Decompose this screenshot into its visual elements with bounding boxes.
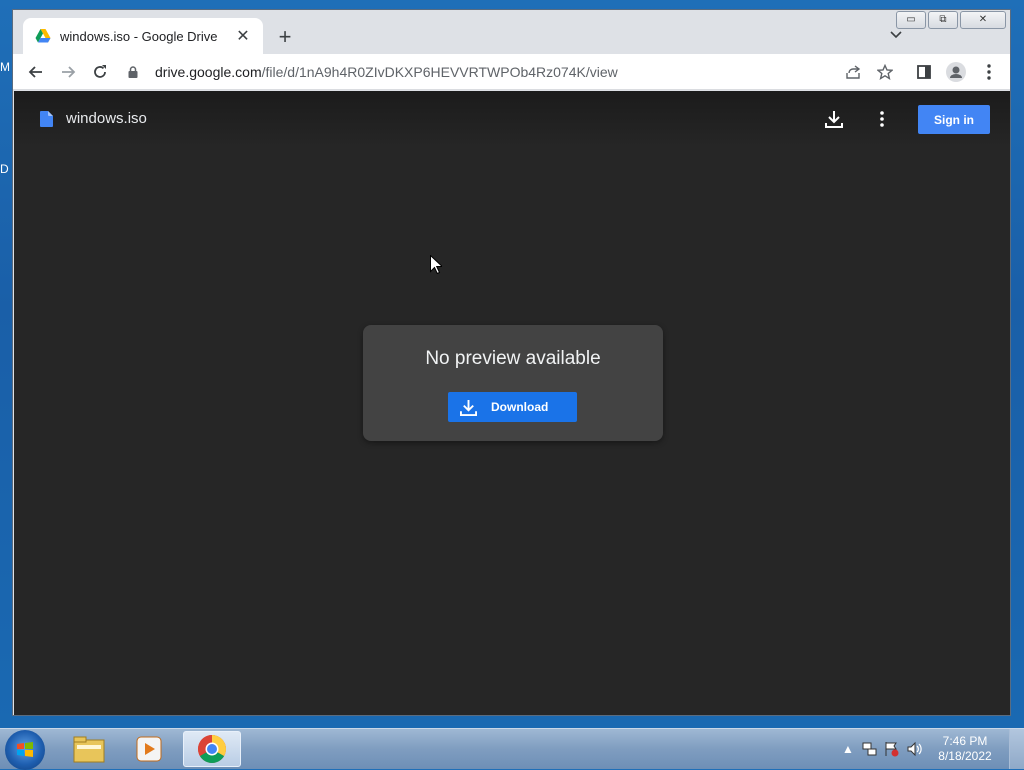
show-hidden-icons[interactable]: ▲ [837,738,859,760]
forward-icon[interactable] [55,60,81,84]
download-button-label: Download [491,400,549,414]
back-icon[interactable] [23,60,49,84]
tab-close-icon[interactable]: ✕ [235,26,251,46]
url-path: /file/d/1nA9h4R0ZIvDKXP6HEVVRTWPOb4Rz074… [261,64,618,80]
desktop-peek-text-2: D [0,162,9,176]
url-domain: drive.google.com [155,64,262,80]
download-icon[interactable] [822,107,846,131]
side-panel-icon[interactable] [911,60,937,84]
star-icon[interactable] [872,60,898,84]
explorer-icon[interactable] [60,731,118,767]
profile-icon[interactable] [943,60,969,84]
volume-icon[interactable] [903,738,925,760]
tab-title: windows.iso - Google Drive [60,28,218,44]
sign-in-button[interactable]: Sign in [918,105,990,134]
media-player-icon[interactable] [120,731,178,767]
download-button[interactable]: Download [448,392,577,422]
tab-search-chevron-icon[interactable] [890,28,902,42]
chrome-icon[interactable] [183,731,241,767]
reload-icon[interactable] [87,60,113,84]
window-controls: ▭ ⧉ ✕ [896,11,1006,29]
window-close-button[interactable]: ✕ [960,11,1006,29]
more-icon[interactable] [870,107,894,131]
system-tray: ▲ 7:46 PM 8/18/2022 [837,729,1024,769]
clock-date: 8/18/2022 [938,749,992,763]
desktop-peek-text: M [0,60,10,74]
file-icon [40,111,53,127]
drive-viewer: windows.iso Sign in No preview available… [14,91,1010,715]
clock[interactable]: 7:46 PM 8/18/2022 [925,734,1005,764]
share-icon[interactable] [840,60,866,84]
restore-button[interactable]: ⧉ [928,11,958,29]
browser-window: windows.iso - Google Drive ✕ + ▭ ⧉ ✕ dri… [12,9,1011,716]
tab-google-drive[interactable]: windows.iso - Google Drive ✕ [23,18,263,54]
minimize-button[interactable]: ▭ [896,11,926,29]
start-orb[interactable] [5,730,45,770]
show-desktop-button[interactable] [1009,729,1024,769]
preview-message: No preview available [425,348,601,369]
new-tab-button[interactable]: + [273,26,297,50]
lock-icon[interactable] [125,66,141,78]
file-name: windows.iso [66,110,147,127]
taskbar: ▲ 7:46 PM 8/18/2022 [0,728,1024,770]
address-bar[interactable]: drive.google.com/file/d/1nA9h4R0ZIvDKXP6… [125,58,905,86]
download-button-icon [460,399,477,416]
viewer-header: windows.iso Sign in [14,91,1010,147]
menu-icon[interactable] [976,60,1002,84]
no-preview-card: No preview available Download [363,325,663,441]
cursor-icon [430,255,442,274]
tab-strip: windows.iso - Google Drive ✕ + ▭ ⧉ ✕ [13,10,1010,54]
drive-favicon [35,29,51,43]
action-center-flag-icon[interactable] [881,738,903,760]
url-text: drive.google.com/file/d/1nA9h4R0ZIvDKXP6… [155,64,618,80]
clock-time: 7:46 PM [942,734,988,748]
network-icon[interactable] [859,738,881,760]
browser-toolbar: drive.google.com/file/d/1nA9h4R0ZIvDKXP6… [13,54,1010,90]
